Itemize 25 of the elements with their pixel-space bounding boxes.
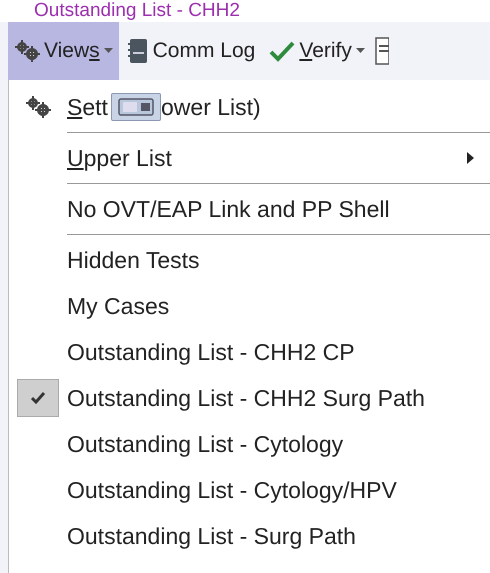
toolbar-button[interactable]: Comm Log bbox=[120, 22, 262, 80]
menu-item[interactable]: No OVT/EAP Link and PP Shell bbox=[9, 186, 490, 232]
submenu-arrow-icon bbox=[467, 152, 474, 164]
drag-handle-icon bbox=[111, 93, 161, 121]
toolbar-dropdown[interactable]: Views bbox=[8, 22, 119, 80]
caret-icon bbox=[104, 48, 113, 54]
notebook-icon bbox=[126, 38, 149, 64]
document-icon bbox=[374, 37, 389, 65]
menu-item[interactable]: Upper List bbox=[9, 135, 490, 181]
menu-item[interactable]: Sett ower List) bbox=[9, 84, 490, 130]
check-icon bbox=[269, 40, 296, 62]
gears-icon bbox=[25, 95, 51, 119]
caret-icon bbox=[356, 48, 365, 54]
menu-item[interactable]: My Cases bbox=[9, 283, 490, 329]
checkmark-icon bbox=[17, 379, 59, 417]
menu-item[interactable]: Outstanding List - CHH2 CP bbox=[9, 329, 490, 375]
menu-item[interactable]: Outstanding List - Surg Path bbox=[9, 513, 490, 559]
menu-item[interactable]: Outstanding List - Cytology/HPV bbox=[9, 467, 490, 513]
gears-icon bbox=[14, 39, 40, 63]
menu-item[interactable]: Hidden Tests bbox=[9, 237, 490, 283]
menu-item[interactable]: Outstanding List - Cytology bbox=[9, 421, 490, 467]
menu-item[interactable]: Outstanding List - CHH2 Surg Path bbox=[9, 375, 490, 421]
window-title: Outstanding List - CHH2 bbox=[33, 0, 241, 22]
toolbar-dropdown[interactable]: Verify bbox=[263, 22, 371, 80]
menu-item-text: ower List) bbox=[161, 94, 261, 120]
